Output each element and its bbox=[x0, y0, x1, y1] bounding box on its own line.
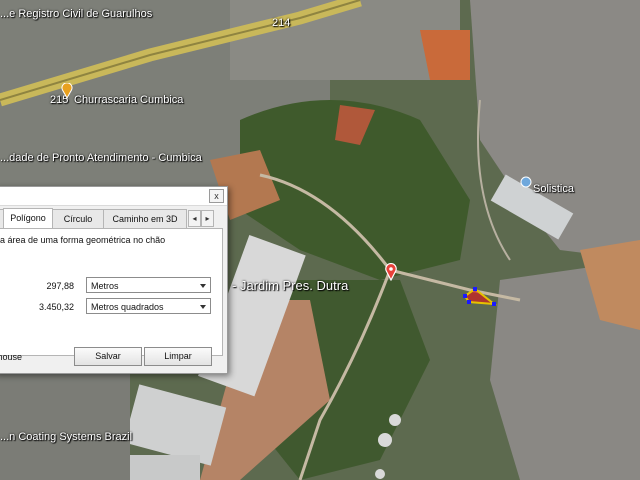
perimeter-unit-label: Metros bbox=[91, 281, 119, 291]
map-label-solistica[interactable]: Solistica bbox=[533, 183, 574, 195]
map-label-highway-214: 214 bbox=[272, 17, 291, 29]
polygon-panel: a área de uma forma geométrica no chão 2… bbox=[0, 228, 223, 356]
tab-scroll-right-icon[interactable]: ▸ bbox=[201, 210, 214, 227]
panel-description: a área de uma forma geométrica no chão bbox=[0, 235, 166, 245]
area-unit-label: Metros quadrados bbox=[91, 302, 164, 312]
location-pin-icon[interactable] bbox=[385, 263, 397, 281]
close-button[interactable]: x bbox=[209, 189, 224, 203]
business-pin-icon[interactable] bbox=[520, 176, 532, 188]
map-label-churrascaria[interactable]: Churrascaria Cumbica bbox=[74, 94, 183, 106]
polygon-vertex-2 bbox=[473, 287, 477, 291]
chevron-down-icon bbox=[200, 305, 206, 309]
area-value: 3.450,32 bbox=[38, 302, 74, 312]
perimeter-unit-select[interactable]: Metros bbox=[86, 277, 211, 293]
map-label-upa-cumbica[interactable]: ...dade de Pronto Atendimento - Cumbica bbox=[0, 152, 202, 164]
chevron-down-icon bbox=[200, 284, 206, 288]
mouse-navigation-option[interactable]: mouse bbox=[0, 352, 22, 362]
warehouse-roof-3 bbox=[130, 455, 200, 480]
map-label-jardim-pres-dutra[interactable]: - Jardim Pres. Dutra bbox=[232, 278, 348, 293]
perimeter-value: 297,88 bbox=[46, 281, 74, 291]
polygon-vertex-1 bbox=[463, 294, 467, 298]
tab-polygon[interactable]: Polígono bbox=[3, 208, 53, 228]
dialog-titlebar[interactable]: x bbox=[0, 187, 227, 206]
polygon-vertex-4 bbox=[467, 300, 471, 304]
area-unit-select[interactable]: Metros quadrados bbox=[86, 298, 211, 314]
tank-1 bbox=[378, 433, 392, 447]
ruler-dialog: x Polígono Círculo Caminho em 3D ◂ ▸ a á… bbox=[0, 186, 228, 374]
tank-3 bbox=[375, 469, 385, 479]
polygon-vertex-3 bbox=[492, 302, 496, 306]
save-button[interactable]: Salvar bbox=[74, 347, 142, 366]
clear-button[interactable]: Limpar bbox=[144, 347, 212, 366]
urban-area-southwest bbox=[0, 370, 130, 480]
restaurant-pin-icon[interactable] bbox=[61, 83, 73, 99]
tank-2 bbox=[389, 414, 401, 426]
tab-bar: Polígono Círculo Caminho em 3D ◂ ▸ bbox=[0, 208, 227, 228]
map-label-coating-systems[interactable]: ...n Coating Systems Brazil bbox=[0, 431, 132, 443]
tab-circle[interactable]: Círculo bbox=[52, 209, 104, 228]
map-label-registry[interactable]: ...e Registro Civil de Guarulhos bbox=[0, 8, 152, 20]
tab-scroll-left-icon[interactable]: ◂ bbox=[188, 210, 201, 227]
tab-3d-path[interactable]: Caminho em 3D bbox=[103, 209, 187, 228]
